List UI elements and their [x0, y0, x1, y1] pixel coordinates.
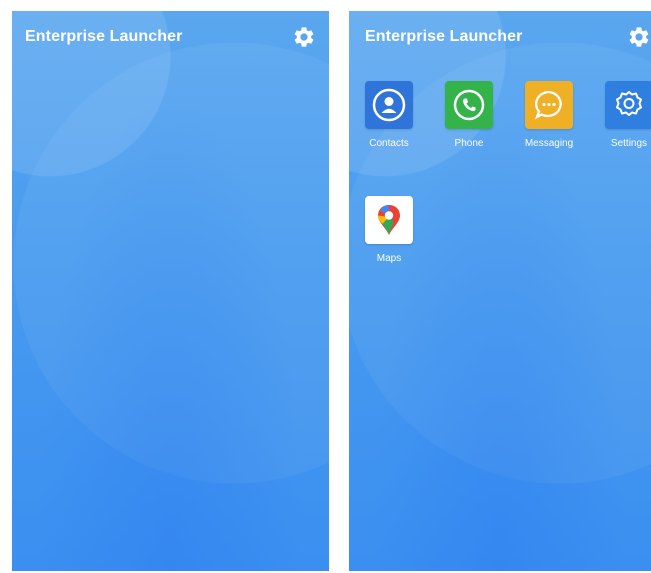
contacts-icon — [365, 81, 413, 129]
app-settings[interactable]: Settings — [595, 81, 651, 149]
app-maps[interactable]: Maps — [355, 196, 423, 264]
launcher-screen-apps: Enterprise Launcher Contacts Phone Messa… — [349, 11, 651, 571]
gear-icon-graphic — [629, 27, 649, 47]
maps-pin-icon — [365, 196, 413, 244]
contacts-icon-graphic — [372, 88, 406, 122]
launcher-title: Enterprise Launcher — [365, 28, 523, 45]
app-label: Maps — [376, 253, 402, 264]
gear-icon[interactable] — [292, 25, 316, 49]
settings-icon — [605, 81, 651, 129]
messaging-icon-graphic — [534, 90, 562, 120]
app-label: Messaging — [524, 138, 574, 149]
gear-icon-graphic — [294, 27, 314, 47]
comparison-stage: Enterprise Launcher Enterprise Launcher — [0, 0, 651, 573]
phone-icon-graphic — [453, 89, 485, 121]
app-messaging[interactable]: Messaging — [515, 81, 583, 149]
app-label: Contacts — [369, 138, 409, 149]
gear-icon[interactable] — [627, 25, 651, 49]
messaging-icon — [525, 81, 573, 129]
launcher-title: Enterprise Launcher — [25, 28, 183, 45]
app-label: Phone — [454, 138, 484, 149]
app-phone[interactable]: Phone — [435, 81, 503, 149]
phone-icon — [445, 81, 493, 129]
settings-icon-graphic — [616, 91, 642, 116]
app-label: Settings — [610, 138, 648, 149]
app-contacts[interactable]: Contacts — [355, 81, 423, 149]
maps-pin-icon-graphic — [378, 205, 400, 235]
launcher-screen-empty: Enterprise Launcher — [12, 11, 329, 571]
